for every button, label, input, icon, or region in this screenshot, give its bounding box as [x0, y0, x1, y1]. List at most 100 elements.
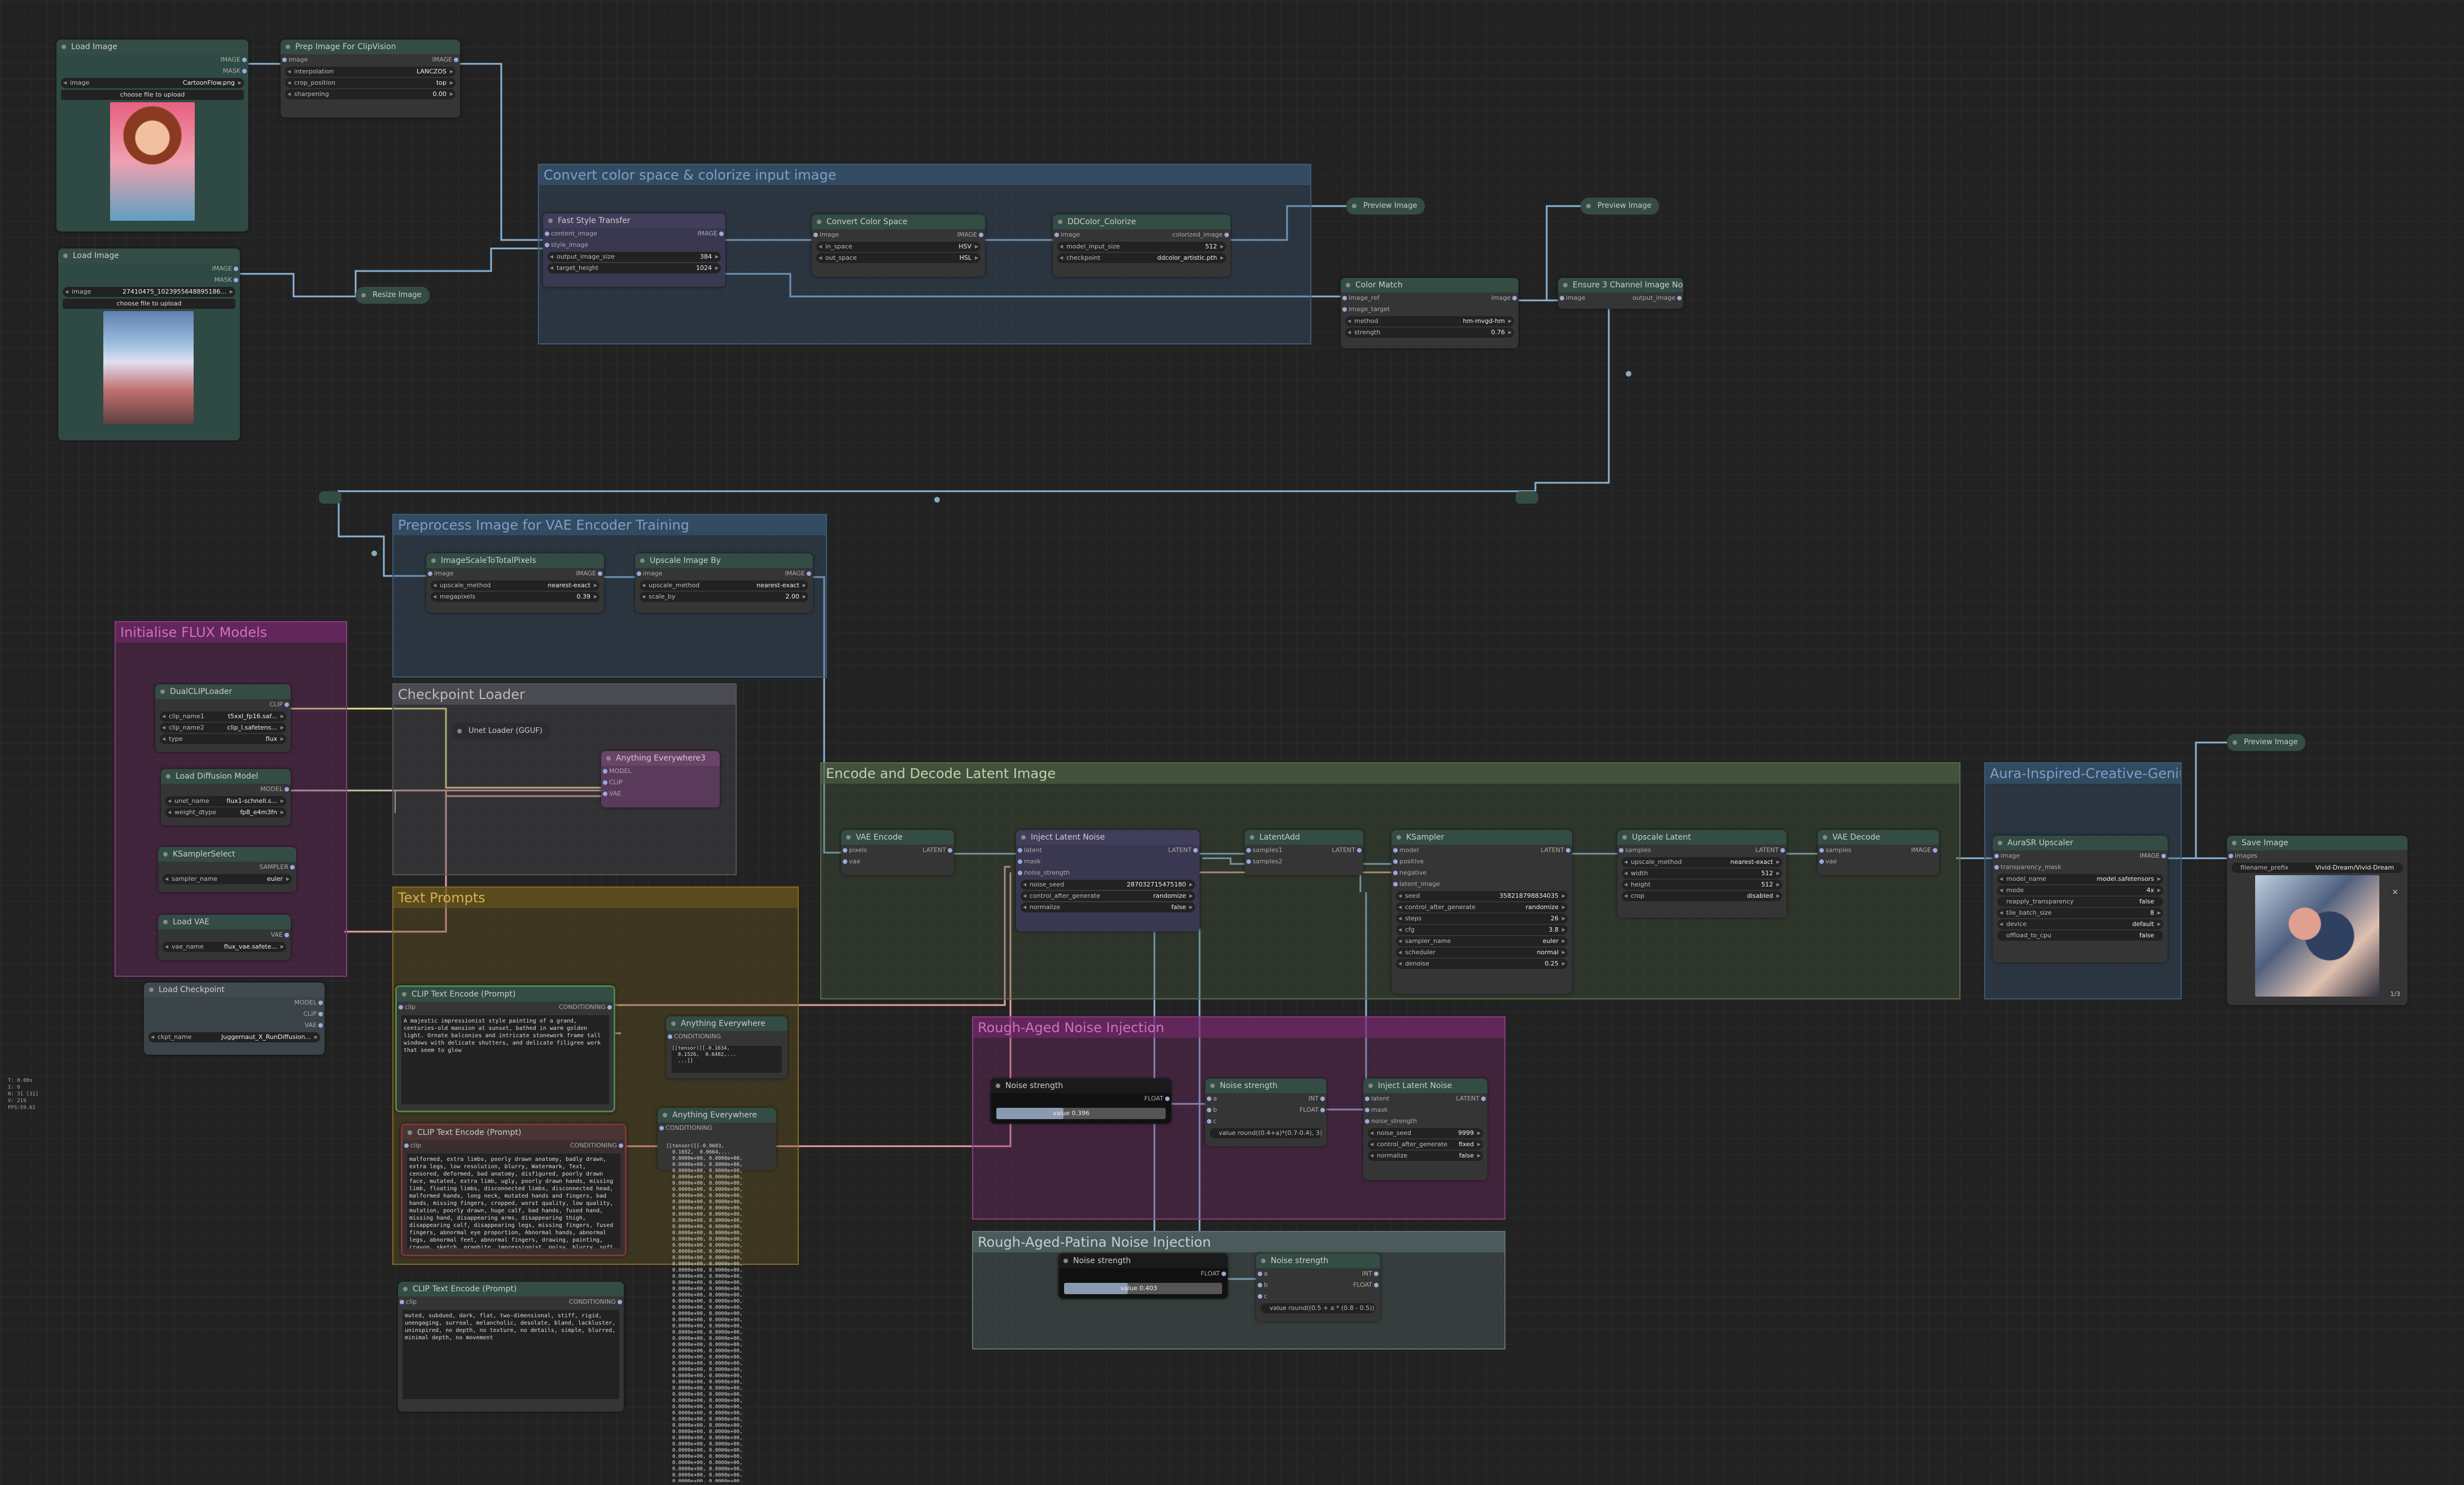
prep-image-node[interactable]: Prep Image For ClipVision image IMAGE int… — [281, 40, 460, 117]
clip-input[interactable]: clip — [410, 1142, 421, 1149]
inject-latent-noise-node[interactable]: Inject Latent Noise latent LATENT mask no… — [1016, 830, 1200, 932]
model-output[interactable]: MODEL — [260, 784, 289, 795]
negative-input[interactable]: negative — [1399, 869, 1426, 876]
normalize-widget[interactable]: normalizefalse — [1368, 1151, 1483, 1161]
tile-batch-size-widget[interactable]: tile_batch_size8 — [1997, 908, 2163, 918]
transparency-mask-input[interactable]: transparency_mask — [2001, 863, 2062, 871]
image-input[interactable]: image — [643, 570, 662, 577]
value-slider[interactable]: value 0.403 — [1064, 1283, 1222, 1294]
width-widget[interactable]: width512 — [1622, 868, 1782, 879]
model-input-size-widget[interactable]: model_input_size512 — [1057, 242, 1226, 252]
int-output[interactable]: INT — [1362, 1268, 1379, 1279]
vae-input[interactable]: vae — [1826, 858, 1837, 865]
image-output[interactable]: IMAGE — [785, 568, 811, 579]
upload-button[interactable]: choose file to upload — [63, 299, 235, 309]
denoise-widget[interactable]: denoise0.25 — [1396, 959, 1568, 969]
noise-strength-expression-node[interactable]: Noise strength a INT b FLOAT c value round… — [1256, 1253, 1380, 1321]
upscale-method-widget[interactable]: upscale_methodnearest-exact — [431, 580, 599, 591]
load-checkpoint-node[interactable]: Load Checkpoint MODEL CLIP VAE ckpt_name… — [144, 982, 325, 1055]
positive-input[interactable]: positive — [1399, 858, 1424, 865]
seed-widget[interactable]: seed358218798834035 — [1396, 891, 1568, 901]
image-output[interactable]: IMAGE — [1911, 845, 1937, 856]
prompt-textarea[interactable]: A majestic impressionist style painting … — [401, 1015, 609, 1104]
colorized-output[interactable]: colorized_image — [1172, 229, 1229, 241]
clip-name1-widget[interactable]: clip_name1t5xxl_fp16.saf... — [160, 711, 286, 722]
node-title[interactable]: Anything Everywhere — [666, 1016, 787, 1031]
fast-style-transfer-node[interactable]: Fast Style Transfer content_image IMAGE s… — [543, 213, 725, 287]
noise-strength-input[interactable]: noise_strength — [1371, 1117, 1417, 1125]
image-input[interactable]: image — [820, 231, 839, 238]
image-output[interactable]: IMAGE — [697, 228, 724, 239]
vae-encode-node[interactable]: VAE Encode pixels LATENT vae — [841, 830, 954, 875]
image-output[interactable]: image — [1491, 292, 1517, 304]
unet-name-widget[interactable]: unet_nameflux1-schnell.s... — [165, 796, 286, 806]
vae-output[interactable]: VAE — [305, 1020, 323, 1031]
float-output[interactable]: FLOAT — [1144, 1093, 1170, 1104]
ckpt-name-widget[interactable]: ckpt_nameJuggernaut_X_RunDiffusion... — [148, 1032, 320, 1042]
anything-everywhere-node[interactable]: Anything Everywhere CONDITIONING [[tenso… — [666, 1016, 787, 1078]
load-diffusion-model-node[interactable]: Load Diffusion Model MODEL unet_nameflux… — [161, 769, 291, 826]
image-output[interactable]: IMAGE — [432, 54, 458, 65]
conditioning-input[interactable]: CONDITIONING — [666, 1124, 712, 1132]
conditioning-output[interactable]: CONDITIONING — [570, 1140, 624, 1151]
node-title[interactable]: Save Image — [2227, 836, 2408, 850]
conditioning-output[interactable]: CONDITIONING — [569, 1296, 623, 1308]
upscale-latent-node[interactable]: Upscale Latent samples LATENT upscale_met… — [1617, 830, 1787, 918]
control-after-generate-widget[interactable]: control_after_generaterandomize — [1396, 902, 1568, 912]
reapply-transparency-toggle[interactable]: reapply_transparency false — [1997, 897, 2163, 907]
noise-seed-widget[interactable]: noise_seed9999 — [1368, 1128, 1483, 1138]
float-output[interactable]: FLOAT — [1299, 1104, 1325, 1116]
sampler-output[interactable]: SAMPLER — [259, 862, 295, 873]
noise-strength-expression-node[interactable]: Noise strength a INT b FLOAT c value round… — [1205, 1078, 1327, 1146]
upscale-method-widget[interactable]: upscale_methodnearest-exact — [1622, 857, 1782, 867]
inject-latent-noise-node[interactable]: Inject Latent Noise latent LATENT mask no… — [1363, 1078, 1487, 1180]
reroute-dot[interactable] — [934, 497, 940, 503]
vae-input[interactable]: VAE — [609, 790, 621, 797]
samples1-input[interactable]: samples1 — [1253, 846, 1283, 854]
mask-input[interactable]: mask — [1024, 858, 1041, 865]
noise-strength-input[interactable]: noise_strength — [1024, 869, 1070, 876]
samples-input[interactable]: samples — [1625, 846, 1651, 854]
node-title[interactable]: Color Match — [1341, 278, 1518, 292]
node-title[interactable]: Load Image — [58, 248, 240, 263]
clip-output[interactable]: CLIP — [303, 1008, 323, 1020]
clip-text-encode-node[interactable]: CLIP Text Encode (Prompt) clip CONDITIONI… — [398, 1282, 624, 1412]
clip-text-encode-negative-node[interactable]: CLIP Text Encode (Prompt) clip CONDITIONI… — [401, 1124, 627, 1256]
reroute-dot[interactable] — [371, 551, 377, 556]
load-vae-node[interactable]: Load VAE VAE vae_nameflux_vae.safete... — [158, 915, 291, 960]
mode-widget[interactable]: mode4x — [1997, 885, 2163, 896]
latent-input[interactable]: latent — [1371, 1095, 1389, 1102]
dual-clip-loader-node[interactable]: DualCLIPLoader CLIP clip_name1t5xxl_fp16… — [155, 684, 291, 752]
ddcolor-colorize-node[interactable]: DDColor_Colorize image colorized_image mo… — [1053, 215, 1231, 277]
height-widget[interactable]: height512 — [1622, 880, 1782, 890]
node-title[interactable]: LatentAdd — [1245, 830, 1363, 845]
group-patina[interactable]: Rough-Aged-Patina Noise Injection — [972, 1231, 1505, 1349]
reroute-dot[interactable] — [1626, 371, 1631, 377]
a-input[interactable]: a — [1213, 1095, 1217, 1102]
method-widget[interactable]: methodhm-mvgd-hm — [1345, 316, 1514, 326]
model-input[interactable]: MODEL — [609, 767, 632, 775]
latent-add-node[interactable]: LatentAdd samples1 LATENT samples2 — [1245, 830, 1363, 875]
weight-dtype-widget[interactable]: weight_dtypefp8_e4m3fn — [165, 807, 286, 818]
node-title[interactable]: KSamplerSelect — [158, 847, 296, 862]
images-input[interactable]: images — [2235, 852, 2257, 859]
scale-by-widget[interactable]: scale_by2.00 — [640, 592, 808, 602]
node-title[interactable]: VAE Encode — [841, 830, 954, 845]
prompt-textarea[interactable]: muted, subdued, dark, flat, two-dimensio… — [402, 1310, 619, 1399]
image-output[interactable]: IMAGE — [2139, 850, 2166, 862]
aurasr-upscaler-node[interactable]: AuraSR Upscaler image IMAGE transparency_… — [1993, 836, 2168, 963]
b-input[interactable]: b — [1264, 1281, 1268, 1289]
node-title[interactable]: Load VAE — [158, 915, 291, 929]
latent-image-input[interactable]: latent_image — [1399, 880, 1440, 888]
a-input[interactable]: a — [1264, 1270, 1268, 1277]
node-title[interactable]: Noise strength — [1256, 1253, 1380, 1268]
clip-output[interactable]: CLIP — [269, 699, 289, 710]
out-space-widget[interactable]: out_spaceHSL — [816, 253, 981, 263]
node-title[interactable]: Load Checkpoint — [144, 982, 325, 997]
upload-button[interactable]: choose file to upload — [61, 90, 244, 100]
prompt-textarea[interactable]: malformed, extra limbs, poorly drawn ana… — [407, 1154, 620, 1248]
latent-output[interactable]: LATENT — [922, 845, 952, 856]
control-after-generate-widget[interactable]: control_after_generaterandomize — [1021, 891, 1195, 901]
load-image-node[interactable]: Load Image IMAGE MASK imageCartoonFlow.p… — [56, 40, 248, 232]
mask-output[interactable]: MASK — [215, 274, 239, 286]
